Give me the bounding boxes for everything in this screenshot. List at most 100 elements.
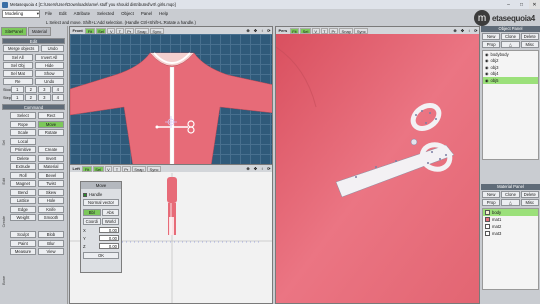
v-button-2[interactable]: V <box>311 27 320 34</box>
left-view-label[interactable]: Left <box>71 166 81 172</box>
menu-object[interactable]: Object <box>119 11 136 16</box>
pan-icon-3[interactable]: ✥ <box>252 166 258 172</box>
cmd-hole[interactable]: Hole <box>38 197 64 204</box>
material-delete-button[interactable]: Delete <box>520 191 539 198</box>
rotate-view-icon-3[interactable]: ⟳ <box>266 166 272 172</box>
cmd-sculpt[interactable]: Sculpt <box>10 231 36 238</box>
cmd-blur[interactable]: Blur <box>38 239 64 247</box>
fit-button[interactable]: Fit <box>85 27 95 34</box>
redo-button[interactable]: Re <box>3 78 33 85</box>
undo-button-2[interactable]: Undo <box>34 78 64 85</box>
object-misc-button[interactable]: Misc <box>520 41 539 48</box>
pan-icon[interactable]: ✥ <box>252 28 258 34</box>
select-all-button[interactable]: Sel All <box>3 54 33 61</box>
sync-button-3[interactable]: Sync <box>147 165 161 172</box>
cmd-create[interactable]: Create <box>38 146 64 153</box>
cmd-magnet[interactable]: Magnet <box>10 180 36 187</box>
eye-icon[interactable]: ◉ <box>485 78 489 83</box>
dolly-icon-3[interactable]: ↕ <box>260 166 265 172</box>
cmd-blob[interactable]: Blob <box>38 231 64 238</box>
mode-select[interactable]: Modeling ▾ <box>2 9 40 18</box>
cmd-skew[interactable]: Skew <box>38 188 64 196</box>
sync-button[interactable]: Sync <box>149 27 164 34</box>
object-delete-button[interactable]: Delete <box>520 33 539 40</box>
cmd-measure[interactable]: Measure <box>10 248 36 255</box>
pan-icon-2[interactable]: ✥ <box>459 28 465 34</box>
zoom-icon-2[interactable]: ⊕ <box>452 28 458 34</box>
fit-button-3[interactable]: Fit <box>82 165 92 172</box>
cmd-rect[interactable]: Rect <box>38 112 64 119</box>
t-button-2[interactable]: T <box>320 27 329 34</box>
menu-help[interactable]: Help <box>157 11 170 16</box>
menu-panel[interactable]: Panel <box>139 11 154 16</box>
cmd-select[interactable]: Select <box>10 112 36 119</box>
dolly-icon-2[interactable]: ↕ <box>467 28 472 34</box>
cmd-roll[interactable]: Roll <box>10 171 36 179</box>
eye-icon[interactable]: ◉ <box>485 65 489 70</box>
cmd-local[interactable]: Local <box>10 137 36 145</box>
sel-button-3[interactable]: Sel <box>92 165 104 172</box>
stock-3-button[interactable]: 3 <box>38 86 51 93</box>
stock-2-button[interactable]: 2 <box>24 86 37 93</box>
show-button[interactable]: Show <box>34 70 64 77</box>
cmd-rope[interactable]: Rope <box>10 120 36 128</box>
tab-sitepanel[interactable]: SitePanel <box>1 27 27 36</box>
cmd-bevel[interactable]: Bevel <box>38 171 64 179</box>
select-object-button[interactable]: Sel Obj <box>3 62 33 69</box>
cmd-twist[interactable]: Twist <box>38 180 64 187</box>
cmd-invert[interactable]: Invert <box>38 154 64 162</box>
cmd-edge[interactable]: Edge <box>10 205 36 213</box>
step-3-button[interactable]: 3 <box>38 94 51 101</box>
menu-attribute[interactable]: Attribute <box>72 11 92 16</box>
x-value-input[interactable]: 0.00 <box>99 227 119 233</box>
zoom-icon[interactable]: ⊕ <box>245 28 251 34</box>
pr-button-3[interactable]: Pr <box>121 165 131 172</box>
step-1-button[interactable]: 1 <box>11 94 24 101</box>
hide-button[interactable]: Hide <box>34 62 64 69</box>
eye-icon[interactable]: ◉ <box>485 58 489 63</box>
ok-button[interactable]: OK <box>83 252 119 259</box>
object-prop-button[interactable]: Prop <box>482 41 501 48</box>
stock-1-button[interactable]: 1 <box>11 86 24 93</box>
material-prop-button[interactable]: Prop <box>482 199 501 206</box>
t-button[interactable]: T <box>116 27 124 34</box>
undo-button[interactable]: Undo <box>41 45 64 52</box>
v-button-3[interactable]: V <box>104 165 113 172</box>
eye-icon[interactable]: ◉ <box>485 71 489 76</box>
object-sort-button[interactable]: △ <box>501 41 520 48</box>
cmd-rotate[interactable]: Rotate <box>38 129 64 136</box>
list-item[interactable]: mat1 <box>483 216 538 223</box>
perspective-viewport[interactable]: Pers Fit Sel V T Pr Snap Sync ⊕ ✥ ↕ ⟳ <box>275 26 480 304</box>
material-sort-button[interactable]: △ <box>501 199 520 206</box>
sel-button[interactable]: Sel <box>95 27 107 34</box>
list-item[interactable]: mat2 <box>483 223 538 230</box>
material-misc-button[interactable]: Misc <box>520 199 539 206</box>
list-item[interactable]: mat3 <box>483 230 538 237</box>
sel-button-2[interactable]: Sel <box>300 27 311 34</box>
snap-button-3[interactable]: Snap <box>131 165 147 172</box>
cmd-paint[interactable]: Paint <box>10 239 36 247</box>
handle-checkbox[interactable] <box>83 192 87 197</box>
sync-button-2[interactable]: Sync <box>354 27 369 34</box>
pr-button-2[interactable]: Pr <box>329 27 339 34</box>
object-clone-button[interactable]: Clone <box>501 33 520 40</box>
rotate-view-icon-2[interactable]: ⟳ <box>473 28 479 34</box>
eye-icon[interactable]: ◉ <box>485 52 489 57</box>
material-new-button[interactable]: New <box>482 191 501 198</box>
rotate-view-icon[interactable]: ⟳ <box>266 28 272 34</box>
absolute-tab[interactable]: Abs <box>101 209 119 216</box>
world-select[interactable]: World <box>101 218 119 225</box>
select-material-button[interactable]: Sel Mat <box>3 70 33 77</box>
cmd-delete[interactable]: Delete <box>10 154 36 162</box>
menu-file[interactable]: File <box>43 11 54 16</box>
front-view-label[interactable]: Front <box>71 28 84 34</box>
material-clone-button[interactable]: Clone <box>501 191 520 198</box>
step-4-button[interactable]: 4 <box>51 94 64 101</box>
object-new-button[interactable]: New <box>482 33 501 40</box>
dolly-icon[interactable]: ↕ <box>260 28 265 34</box>
merge-objects-button[interactable]: Merge objects <box>3 45 40 52</box>
invert-all-button[interactable]: Invert All <box>34 54 64 61</box>
list-item[interactable]: body <box>483 209 538 216</box>
cmd-material[interactable]: Material <box>38 163 64 170</box>
tab-material[interactable]: Material <box>27 27 51 36</box>
